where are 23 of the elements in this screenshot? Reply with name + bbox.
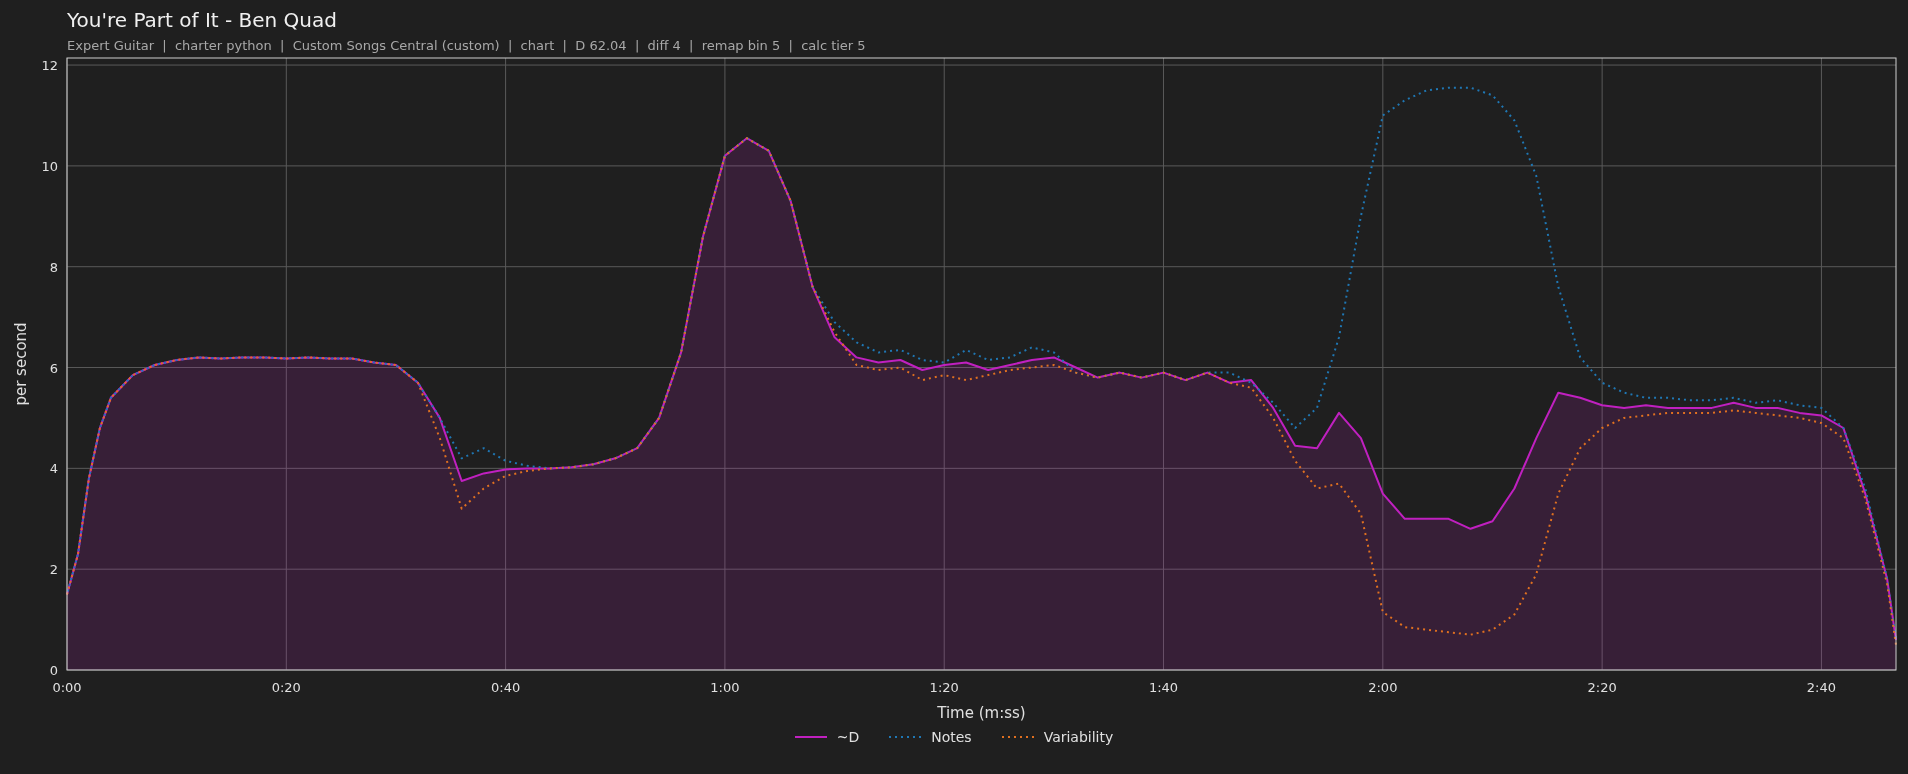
x-tick-label: 2:20 [1587, 680, 1617, 695]
y-tick-label: 8 [49, 259, 58, 275]
x-axis-label: Time (m:ss) [937, 704, 1026, 722]
y-tick-label: 10 [41, 158, 58, 174]
y-axis-label: per second [12, 322, 30, 406]
y-tick-label: 4 [49, 461, 58, 477]
y-tick-label: 0 [49, 663, 58, 678]
chart-subtitle: Expert Guitar | charter python | Custom Songs Central (custom) | chart | D 62.04 | diff 4 | remap bin 5 | calc tier 5 [67, 38, 866, 53]
y-tick-label: 2 [49, 562, 58, 578]
legend-label: ~D [836, 729, 860, 745]
legend-label: Notes [931, 729, 972, 745]
x-tick-label: 0:00 [52, 680, 82, 695]
x-tick-label: 2:40 [1806, 680, 1837, 695]
x-tick-label: 1:40 [1148, 680, 1179, 695]
y-tick-label: 12 [41, 58, 58, 74]
legend-label: Variability [1043, 729, 1114, 745]
x-tick-label: 0:20 [271, 680, 301, 695]
x-tick-label: 2:00 [1368, 680, 1398, 695]
x-tick-label: 1:20 [929, 680, 959, 695]
x-tick-label: 1:00 [710, 680, 740, 695]
y-tick-label: 6 [49, 360, 58, 376]
chart-title: You're Part of It - Ben Quad [67, 8, 337, 32]
x-tick-label: 0:40 [491, 680, 521, 695]
